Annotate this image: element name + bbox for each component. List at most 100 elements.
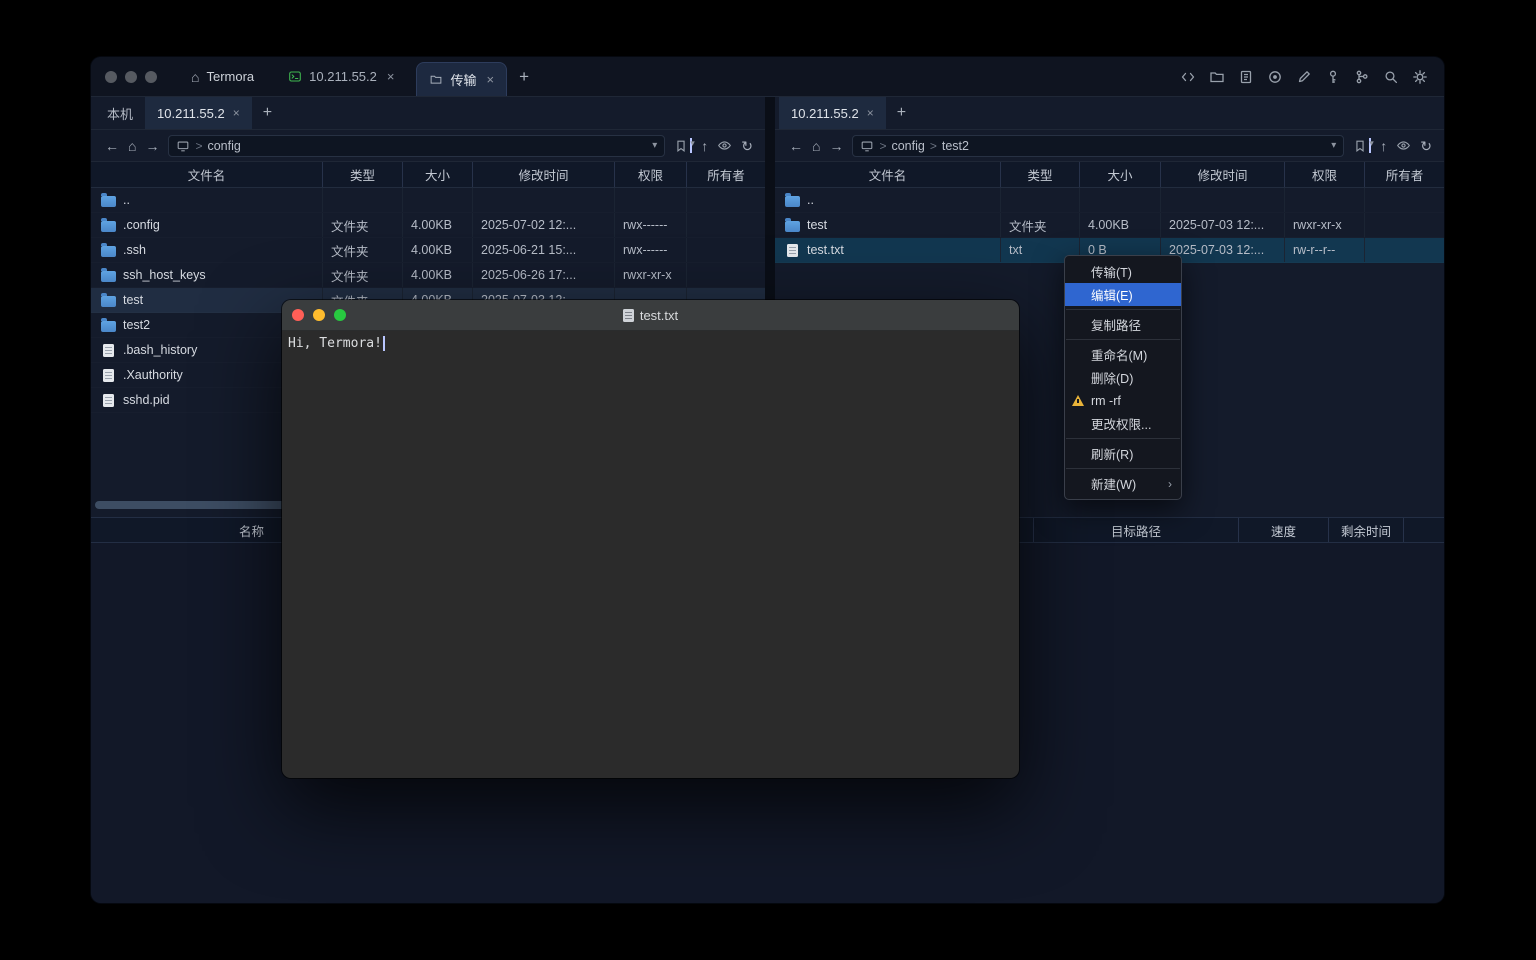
tab-host[interactable]: 10.211.55.2 × (276, 57, 406, 96)
column-header-mtime[interactable]: 修改时间 (473, 162, 615, 187)
tab-remote-host[interactable]: 10.211.55.2 × (779, 97, 886, 129)
zoom-window-button[interactable] (145, 71, 157, 83)
upload-icon[interactable]: ↑ (1380, 139, 1387, 153)
back-icon[interactable]: ← (105, 139, 119, 153)
search-icon[interactable] (1383, 69, 1399, 85)
home-icon[interactable]: ⌂ (128, 139, 136, 153)
zoom-window-button[interactable] (334, 309, 346, 321)
menu-item-change-permissions[interactable]: 更改权限... (1065, 412, 1181, 435)
key-icon[interactable] (1325, 69, 1341, 85)
minimize-window-button[interactable] (313, 309, 325, 321)
menu-item-edit[interactable]: 编辑(E) (1065, 283, 1181, 306)
new-tab-button[interactable]: + (886, 97, 917, 129)
menu-item-rm-rf[interactable]: rm -rf (1065, 389, 1181, 412)
close-tab-icon[interactable]: × (387, 69, 395, 84)
refresh-icon[interactable]: ↻ (1420, 139, 1432, 153)
upload-icon[interactable]: ↑ (701, 139, 708, 153)
close-window-button[interactable] (292, 309, 304, 321)
close-tab-icon[interactable]: × (486, 72, 494, 87)
home-icon[interactable]: ⌂ (812, 139, 820, 153)
table-row[interactable]: test 文件夹 4.00KB 2025-07-03 12:... rwxr-x… (775, 213, 1444, 238)
computer-icon (860, 139, 874, 153)
file-perm: rwxr-xr-x (615, 263, 687, 287)
table-row[interactable]: .. (91, 188, 765, 213)
column-header-type[interactable]: 类型 (1001, 162, 1080, 187)
file-name: .bash_history (123, 343, 197, 357)
column-header-owner[interactable]: 所有者 (1365, 162, 1444, 187)
column-header-owner[interactable]: 所有者 (687, 162, 765, 187)
forward-icon[interactable]: → (829, 139, 843, 153)
eye-icon[interactable] (717, 138, 732, 153)
close-tab-icon[interactable]: × (867, 106, 874, 120)
file-name: .config (123, 218, 160, 232)
minimize-window-button[interactable] (125, 71, 137, 83)
queue-column-speed[interactable]: 速度 (1239, 518, 1329, 542)
file-mtime (1161, 188, 1285, 212)
column-header-size[interactable]: 大小 (403, 162, 473, 187)
menu-item-new[interactable]: 新建(W)› (1065, 472, 1181, 495)
table-row[interactable]: ssh_host_keys 文件夹 4.00KB 2025-06-26 17:.… (91, 263, 765, 288)
close-tab-icon[interactable]: × (233, 106, 240, 120)
queue-column-remaining[interactable]: 剩余时间 (1329, 518, 1404, 542)
menu-item-rename[interactable]: 重命名(M) (1065, 343, 1181, 366)
file-type-icon (103, 394, 114, 407)
menu-item-transfer[interactable]: 传输(T) (1065, 260, 1181, 283)
column-header-size[interactable]: 大小 (1080, 162, 1161, 187)
breadcrumb-crumb[interactable]: test2 (942, 139, 969, 153)
terminal-icon (288, 70, 302, 83)
refresh-icon[interactable]: ↻ (741, 139, 753, 153)
forward-icon[interactable]: → (145, 139, 159, 153)
close-window-button[interactable] (105, 71, 117, 83)
new-tab-button[interactable]: + (252, 97, 283, 129)
file-mtime (473, 188, 615, 212)
app-home-tab[interactable]: ⌂ Termora (179, 57, 266, 96)
gear-icon[interactable] (1412, 69, 1428, 85)
tab-label: 10.211.55.2 (791, 106, 859, 121)
column-header-type[interactable]: 类型 (323, 162, 403, 187)
column-header-name[interactable]: 文件名 (775, 162, 1001, 187)
path-breadcrumb[interactable]: > config > test2 ▾ (852, 135, 1344, 157)
right-panel-tabs: 10.211.55.2 × + (775, 97, 1444, 130)
column-header-name[interactable]: 文件名 (91, 162, 323, 187)
chevron-down-icon[interactable]: ▾ (652, 140, 657, 151)
record-icon[interactable] (1267, 69, 1283, 85)
bookmark-button[interactable]: ▾ (674, 138, 692, 153)
bookmark-button[interactable]: ▾ (1353, 138, 1371, 153)
chevron-down-icon[interactable]: ▾ (1331, 140, 1336, 151)
breadcrumb-crumb[interactable]: config (891, 139, 924, 153)
editor-text: Hi, Termora! (288, 336, 382, 351)
new-tab-button[interactable]: + (507, 67, 541, 87)
editor-content[interactable]: Hi, Termora! (282, 331, 1019, 778)
tab-transfer[interactable]: 传输 × (416, 62, 507, 96)
breadcrumb-crumb[interactable]: config (207, 139, 240, 153)
column-header-mtime[interactable]: 修改时间 (1161, 162, 1285, 187)
log-icon[interactable] (1238, 69, 1254, 85)
column-header-perm[interactable]: 权限 (615, 162, 687, 187)
file-owner (687, 238, 765, 262)
eye-icon[interactable] (1396, 138, 1411, 153)
table-row[interactable]: .config 文件夹 4.00KB 2025-07-02 12:... rwx… (91, 213, 765, 238)
queue-column-target-path[interactable]: 目标路径 (1034, 518, 1239, 542)
file-name: test2 (123, 318, 150, 332)
tab-label: 传输 (450, 70, 476, 89)
table-row[interactable]: .. (775, 188, 1444, 213)
folder-icon[interactable] (1209, 69, 1225, 85)
code-icon[interactable] (1180, 69, 1196, 85)
column-header-perm[interactable]: 权限 (1285, 162, 1365, 187)
file-name: test (123, 293, 143, 307)
editor-title: test.txt (640, 308, 678, 323)
editor-titlebar[interactable]: test.txt (282, 300, 1019, 331)
tab-local[interactable]: 本机 (95, 97, 145, 129)
menu-item-delete[interactable]: 删除(D) (1065, 366, 1181, 389)
back-icon[interactable]: ← (789, 139, 803, 153)
text-caret (383, 336, 385, 351)
path-breadcrumb[interactable]: > config ▾ (168, 135, 665, 157)
branch-icon[interactable] (1354, 69, 1370, 85)
file-perm: rwxr-xr-x (1285, 213, 1365, 237)
menu-item-refresh[interactable]: 刷新(R) (1065, 442, 1181, 465)
table-row[interactable]: .ssh 文件夹 4.00KB 2025-06-21 15:... rwx---… (91, 238, 765, 263)
menu-item-copy-path[interactable]: 复制路径 (1065, 313, 1181, 336)
tab-remote-host[interactable]: 10.211.55.2 × (145, 97, 252, 129)
pencil-icon[interactable] (1296, 69, 1312, 85)
context-menu: 传输(T) 编辑(E) 复制路径 重命名(M) 删除(D) rm -rf 更改权… (1064, 255, 1182, 500)
